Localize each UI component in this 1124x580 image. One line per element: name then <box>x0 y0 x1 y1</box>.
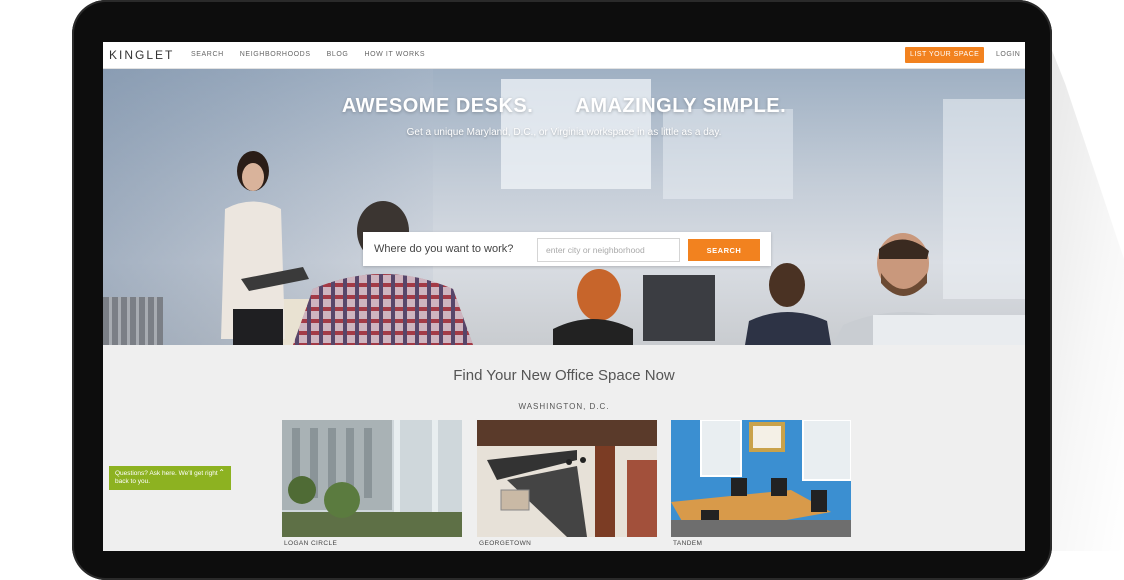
device-shadow <box>1040 20 1124 551</box>
listing-card-logan-circle[interactable]: LOGAN CIRCLE <box>282 420 462 551</box>
listing-name: GEORGETOWN <box>479 540 532 547</box>
chevron-up-icon[interactable]: ⌃ <box>218 469 225 477</box>
monitor-decor <box>643 275 715 341</box>
shelf-decor <box>103 297 163 345</box>
bearded-man-figure <box>833 233 1025 345</box>
location-search-input[interactable] <box>537 238 680 262</box>
city-label: WASHINGTON, D.C. <box>518 402 610 411</box>
man-plaid-figure <box>293 201 473 345</box>
hero-title-right: AMAZINGLY SIMPLE. <box>575 95 787 117</box>
nav-link-neighborhoods[interactable]: NEIGHBORHOODS <box>240 51 311 58</box>
listing-name: LOGAN CIRCLE <box>284 540 338 547</box>
listing-photo <box>477 420 657 537</box>
hero-banner: AWESOME DESKS. AMAZINGLY SIMPLE. Get a u… <box>103 69 1025 345</box>
nav-link-blog[interactable]: BLOG <box>327 51 349 58</box>
nav-link-search[interactable]: SEARCH <box>191 51 224 58</box>
listing-photo <box>671 420 851 537</box>
window-decor <box>663 109 793 199</box>
search-label: Where do you want to work? <box>374 243 514 255</box>
kinglet-logo[interactable]: KINGLET <box>109 48 174 62</box>
hero-title: AWESOME DESKS. AMAZINGLY SIMPLE. <box>103 95 1025 118</box>
man-back-figure <box>745 263 831 345</box>
search-panel: Where do you want to work? SEARCH <box>363 232 771 266</box>
search-button[interactable]: SEARCH <box>688 239 760 261</box>
list-your-space-button[interactable]: LIST YOUR SPACE <box>905 47 985 63</box>
chat-text: Questions? Ask here. We'll get right bac… <box>115 470 218 485</box>
listing-card-georgetown[interactable]: GEORGETOWN <box>477 420 657 551</box>
hero-title-left: AWESOME DESKS. <box>341 95 534 117</box>
listing-name: TANDEM <box>673 540 703 547</box>
listing-photo <box>282 420 462 537</box>
nav-link-how-it-works[interactable]: HOW IT WORKS <box>364 51 425 58</box>
chat-widget[interactable]: Questions? Ask here. We'll get right bac… <box>109 466 231 490</box>
browser-screen: KINGLET SEARCH NEIGHBORHOODS BLOG HOW IT… <box>103 42 1025 551</box>
login-link[interactable]: LOGIN <box>996 51 1020 58</box>
redhead-figure <box>553 269 633 345</box>
nav-links: SEARCH NEIGHBORHOODS BLOG HOW IT WORKS <box>191 51 425 58</box>
top-nav: KINGLET SEARCH NEIGHBORHOODS BLOG HOW IT… <box>103 42 1025 69</box>
listing-card-tandem[interactable]: TANDEM <box>671 420 851 551</box>
hero-subtitle: Get a unique Maryland, D.C., or Virginia… <box>406 127 722 138</box>
section-heading: Find Your New Office Space Now <box>453 367 675 384</box>
